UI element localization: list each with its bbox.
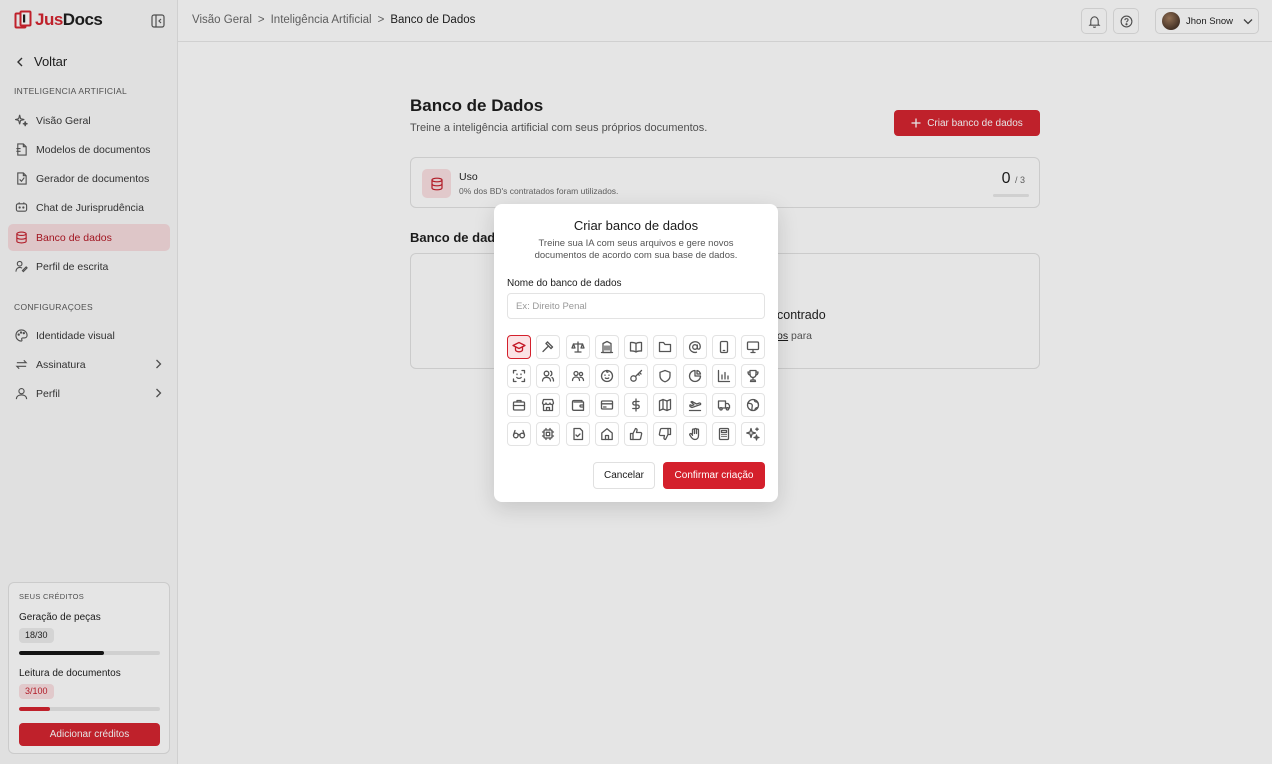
briefcase-icon bbox=[512, 399, 526, 411]
modal-description: Treine sua IA com seus arquivos e gere n… bbox=[534, 238, 738, 261]
dollar-icon bbox=[632, 398, 640, 412]
gavel-icon bbox=[542, 341, 554, 353]
glasses-icon bbox=[512, 429, 526, 439]
icon-option-thumbs-down[interactable] bbox=[653, 422, 678, 446]
shield-icon bbox=[659, 369, 671, 383]
icon-option-folder[interactable] bbox=[653, 335, 678, 359]
icon-option-globe[interactable] bbox=[741, 393, 765, 417]
scale-icon bbox=[570, 341, 585, 353]
database-name-label: Nome do banco de dados bbox=[507, 278, 622, 289]
book-open-icon bbox=[629, 341, 643, 353]
database-name-input[interactable] bbox=[507, 293, 765, 319]
building-icon bbox=[600, 340, 613, 354]
confirm-create-button[interactable]: Confirmar criação bbox=[663, 462, 765, 489]
home-icon bbox=[600, 428, 613, 441]
icon-option-glasses[interactable] bbox=[507, 422, 531, 446]
icon-option-cpu[interactable] bbox=[536, 422, 561, 446]
icon-option-hand[interactable] bbox=[682, 422, 707, 446]
icon-option-trophy[interactable] bbox=[741, 364, 765, 388]
icon-option-shield[interactable] bbox=[653, 364, 678, 388]
icon-option-scale[interactable] bbox=[565, 335, 590, 359]
icon-option-gavel[interactable] bbox=[536, 335, 561, 359]
calculator-icon bbox=[718, 427, 729, 441]
at-sign-icon bbox=[688, 341, 701, 354]
icon-option-map[interactable] bbox=[653, 393, 678, 417]
smartphone-icon bbox=[719, 340, 728, 354]
icon-option-sparkles[interactable] bbox=[741, 422, 765, 446]
thumbs-up-icon bbox=[629, 427, 643, 441]
monitor-icon bbox=[746, 341, 760, 354]
icon-option-file-check[interactable] bbox=[565, 422, 590, 446]
folder-icon bbox=[659, 341, 672, 353]
icon-option-key[interactable] bbox=[624, 364, 648, 388]
truck-icon bbox=[717, 400, 730, 411]
icon-option-users[interactable] bbox=[536, 364, 561, 388]
icon-option-plane[interactable] bbox=[682, 393, 707, 417]
wallet-icon bbox=[571, 399, 584, 411]
icon-option-pie-chart[interactable] bbox=[682, 364, 707, 388]
icon-option-dollar[interactable] bbox=[624, 393, 648, 417]
icon-option-scan-face[interactable] bbox=[507, 364, 531, 388]
map-icon bbox=[659, 398, 672, 412]
hand-icon bbox=[688, 427, 699, 441]
icon-option-at-sign[interactable] bbox=[682, 335, 707, 359]
sparkles-icon bbox=[746, 427, 760, 441]
scan-face-icon bbox=[512, 369, 526, 383]
icon-picker bbox=[507, 335, 765, 446]
icon-option-graduation-cap[interactable] bbox=[507, 335, 531, 359]
modal-title: Criar banco de dados bbox=[573, 218, 699, 233]
credit-card-icon bbox=[600, 400, 613, 410]
cancel-button[interactable]: Cancelar bbox=[593, 462, 655, 489]
icon-option-monitor[interactable] bbox=[741, 335, 765, 359]
pie-chart-icon bbox=[688, 369, 701, 383]
icon-option-baby[interactable] bbox=[594, 364, 619, 388]
icon-option-truck[interactable] bbox=[711, 393, 736, 417]
trophy-icon bbox=[747, 369, 759, 383]
icon-option-thumbs-up[interactable] bbox=[624, 422, 648, 446]
icon-option-wallet[interactable] bbox=[565, 393, 590, 417]
icon-option-store[interactable] bbox=[536, 393, 561, 417]
bar-chart-icon bbox=[717, 369, 730, 383]
baby-icon bbox=[600, 369, 613, 383]
create-database-modal: Criar banco de dados Treine sua IA com s… bbox=[494, 204, 778, 502]
cpu-icon bbox=[542, 427, 555, 441]
store-icon bbox=[542, 398, 555, 412]
icon-option-credit-card[interactable] bbox=[594, 393, 619, 417]
icon-option-bar-chart[interactable] bbox=[711, 364, 736, 388]
icon-option-home[interactable] bbox=[594, 422, 619, 446]
user-group-icon bbox=[571, 370, 584, 382]
users-icon bbox=[542, 370, 555, 382]
icon-option-book-open[interactable] bbox=[624, 335, 648, 359]
key-icon bbox=[630, 369, 643, 382]
thumbs-down-icon bbox=[658, 427, 672, 441]
globe-icon bbox=[746, 398, 760, 412]
graduation-cap-icon bbox=[512, 341, 526, 353]
icon-option-calculator[interactable] bbox=[711, 422, 736, 446]
file-check-icon bbox=[572, 427, 583, 441]
icon-option-briefcase[interactable] bbox=[507, 393, 531, 417]
icon-option-building[interactable] bbox=[594, 335, 619, 359]
icon-option-smartphone[interactable] bbox=[711, 335, 736, 359]
plane-icon bbox=[688, 400, 701, 412]
icon-option-user-group[interactable] bbox=[565, 364, 590, 388]
